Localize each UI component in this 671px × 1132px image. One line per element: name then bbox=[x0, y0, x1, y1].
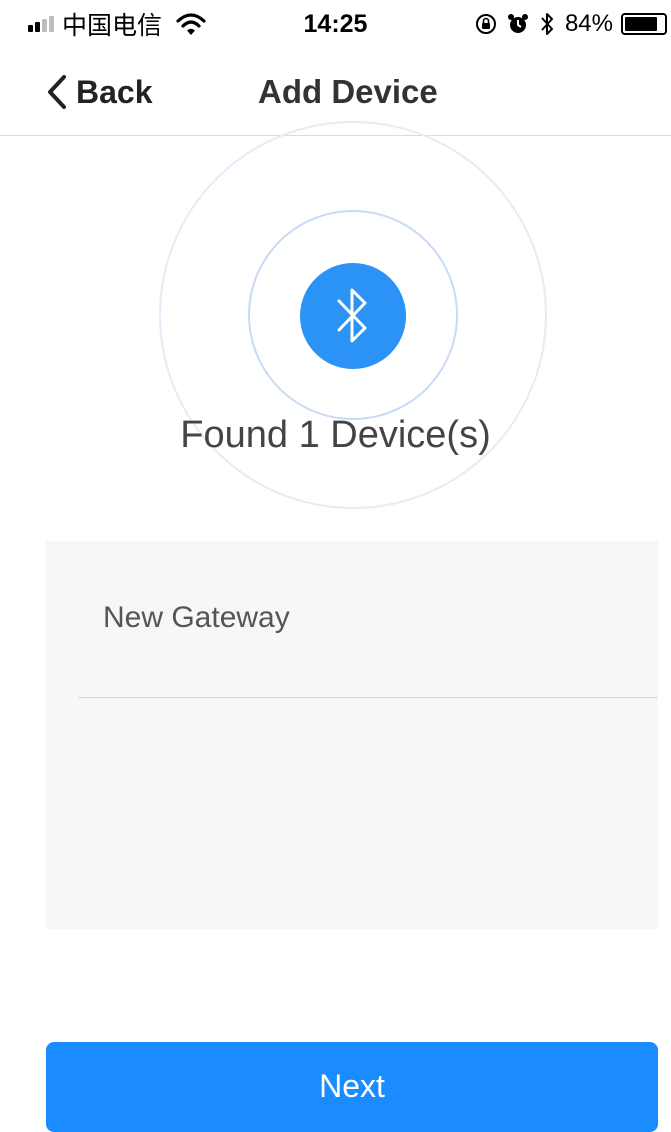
scan-radar bbox=[159, 121, 547, 509]
status-bar: 中国电信 14:25 84% bbox=[0, 0, 671, 48]
alarm-icon bbox=[507, 14, 528, 33]
page-title: Add Device bbox=[258, 73, 438, 110]
chevron-left-icon bbox=[48, 75, 66, 109]
list-item[interactable]: New Gateway bbox=[46, 541, 658, 699]
orientation-lock-icon bbox=[475, 14, 496, 34]
back-button[interactable]: Back bbox=[44, 70, 153, 114]
device-list: New Gateway bbox=[46, 541, 658, 929]
status-right: 84% bbox=[475, 8, 667, 40]
battery-fill bbox=[625, 17, 657, 31]
bluetooth-icon bbox=[541, 13, 553, 35]
battery-icon bbox=[621, 13, 667, 35]
back-label: Back bbox=[76, 73, 153, 110]
found-devices-label: Found 1 Device(s) bbox=[180, 414, 491, 456]
divider bbox=[78, 697, 658, 698]
device-name: New Gateway bbox=[103, 601, 290, 634]
next-button[interactable]: Next bbox=[46, 1042, 658, 1132]
battery-percent: 84% bbox=[564, 10, 613, 37]
